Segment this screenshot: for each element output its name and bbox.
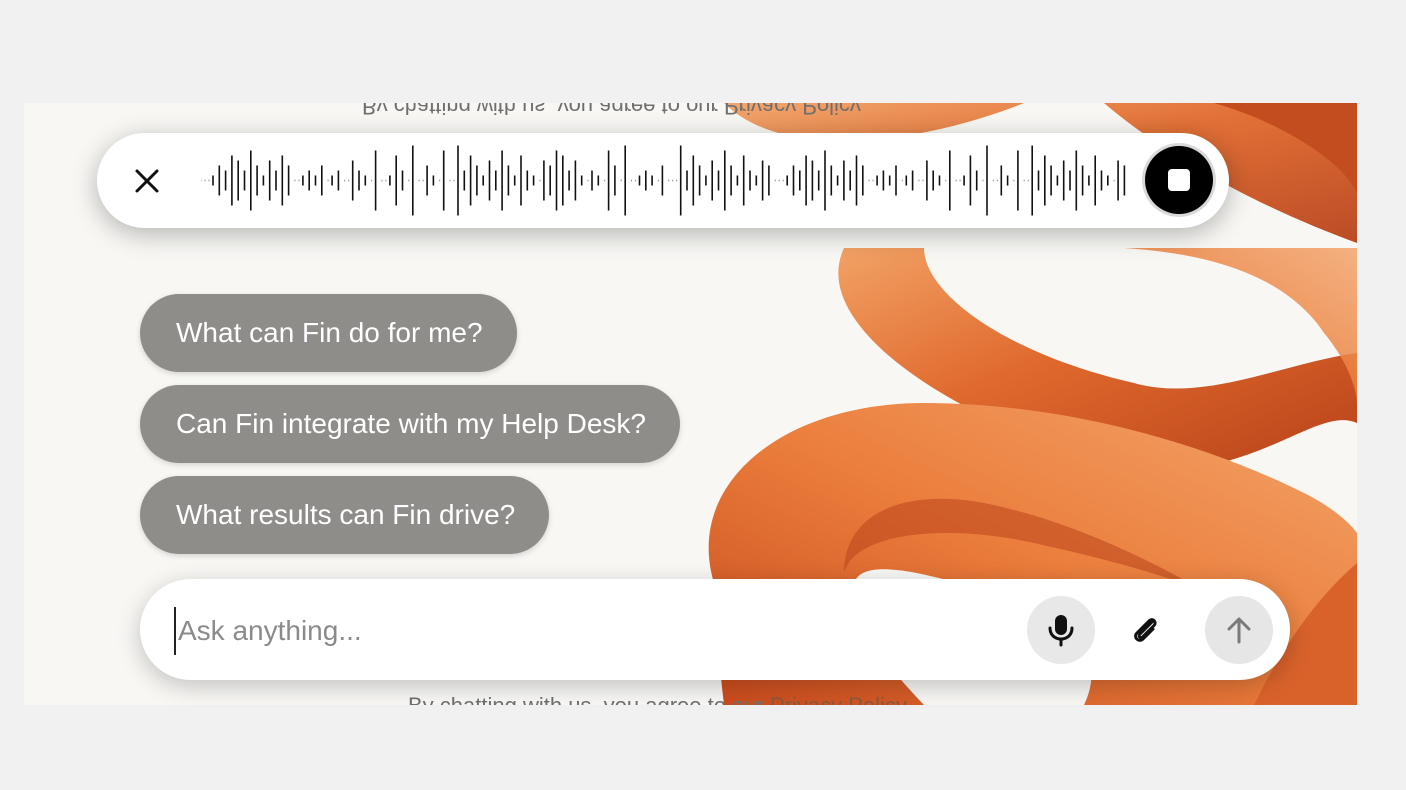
- suggestion-chip[interactable]: What results can Fin drive?: [140, 476, 550, 554]
- privacy-text: By chatting with us, you agree to our: [408, 693, 770, 705]
- privacy-link[interactable]: Privacy Policy: [724, 103, 861, 119]
- message-input[interactable]: [174, 607, 1000, 655]
- stop-icon: [1168, 169, 1190, 191]
- close-icon: [135, 169, 159, 193]
- voice-recording-bar: [97, 133, 1229, 228]
- suggestion-chip[interactable]: Can Fin integrate with my Help Desk?: [140, 385, 680, 463]
- send-button[interactable]: [1205, 596, 1273, 664]
- microphone-button[interactable]: [1027, 596, 1095, 664]
- stop-recording-button[interactable]: [1145, 146, 1213, 214]
- audio-waveform: [201, 145, 1126, 216]
- suggestion-label: Can Fin integrate with my Help Desk?: [176, 408, 646, 439]
- suggestion-chip[interactable]: What can Fin do for me?: [140, 294, 517, 372]
- privacy-policy-link[interactable]: Privacy Policy: [770, 693, 907, 705]
- close-recording-button[interactable]: [127, 161, 167, 201]
- privacy-notice: By chatting with us, you agree to our Pr…: [408, 693, 907, 705]
- message-composer: [140, 579, 1290, 680]
- microphone-icon: [1048, 615, 1074, 647]
- suggestion-label: What results can Fin drive?: [176, 499, 516, 530]
- privacy-text: By chatting with us, you agree to our: [362, 103, 724, 119]
- suggestion-label: What can Fin do for me?: [176, 317, 483, 348]
- attach-file-button[interactable]: [1111, 596, 1179, 664]
- paperclip-icon: [1134, 618, 1157, 642]
- arrow-up-icon: [1227, 617, 1251, 644]
- privacy-notice-mirrored: By chatting with us, you agree to our Pr…: [362, 103, 861, 119]
